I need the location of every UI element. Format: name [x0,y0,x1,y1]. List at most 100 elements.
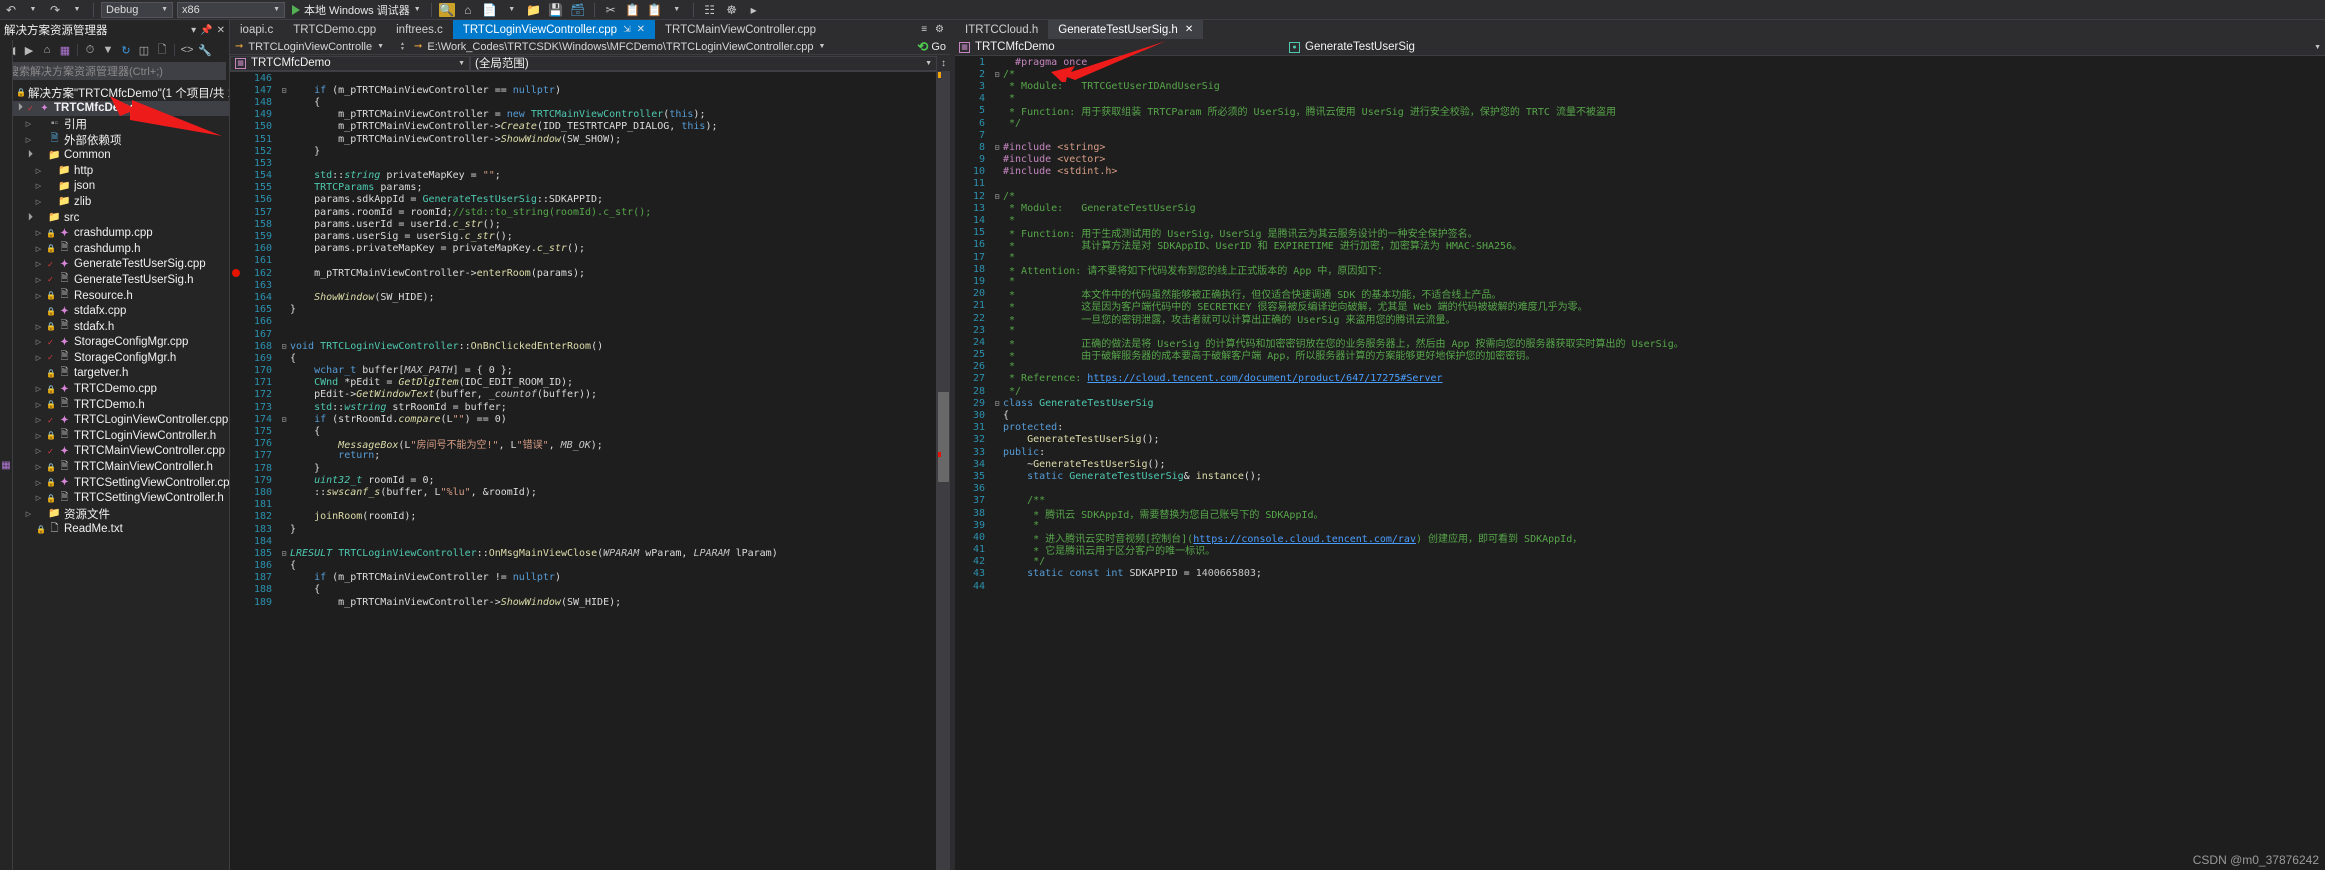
redo-icon[interactable]: ↷ [46,1,64,19]
new-item-icon[interactable]: 📄 [481,1,499,19]
pending-changes-icon[interactable]: ⏱ [82,42,98,58]
tree-item--[interactable]: 🗎 外部依赖项 [0,132,229,148]
fold-toggle-icon[interactable]: ⊟ [991,399,1003,408]
tree-item-trtcloginviewcontroller-h[interactable]: 🔒 🗎 TRTCLoginViewController.h [0,428,229,444]
tree-item-trtcsettingviewcontroller-h[interactable]: 🔒 🗎 TRTCSettingViewController.h [0,490,229,506]
close-tab-icon[interactable]: ✕ [637,24,645,35]
chevron-down-icon[interactable]: ▼ [503,1,521,19]
fold-toggle-icon[interactable]: ⊟ [991,192,1003,201]
undo-icon[interactable]: ↶ [2,1,20,19]
expander-icon[interactable] [24,214,33,222]
expander-icon[interactable] [34,323,43,331]
close-tab-icon[interactable]: ✕ [1185,24,1193,35]
tree-item-stdafx-cpp[interactable]: 🔒 ✦ stdafx.cpp [0,303,229,319]
cut-icon[interactable]: ✂ [602,1,620,19]
tree-item-targetver-h[interactable]: 🔒 🗎 targetver.h [0,366,229,382]
expander-icon[interactable] [34,494,43,502]
tree-item-storageconfigmgr-cpp[interactable]: ✓ ✦ StorageConfigMgr.cpp [0,335,229,351]
editor-tab-trtcdemo-cpp[interactable]: TRTCDemo.cpp [283,20,387,39]
copy-icon[interactable]: 📋 [624,1,642,19]
home-icon[interactable]: ⌂ [459,1,477,19]
scope-member-combo[interactable]: (全局范围) ▼ [470,55,937,71]
refresh-icon[interactable]: ↻ [118,42,134,58]
solution-platform-combo[interactable]: x86 ▼ [177,1,285,18]
tree-item-readme-txt[interactable]: 🔒 🗋 ReadMe.txt [0,522,229,538]
expander-icon[interactable] [34,260,43,268]
expander-icon[interactable] [34,198,43,206]
code-view-icon[interactable]: <> [179,42,195,58]
expander-icon[interactable] [34,182,43,190]
tree-item-trtcsettingviewcontroller-cpp[interactable]: 🔒 ✦ TRTCSettingViewController.cpp [0,475,229,491]
expander-icon[interactable] [14,104,23,112]
scope-project-combo-right[interactable]: ▦ TRTCMfcDemo [955,39,1285,55]
solution-search-input[interactable]: 搜索解决方案资源管理器(Ctrl+;) [3,62,226,80]
paste-icon[interactable]: 📋 [646,1,664,19]
tree-item-trtcmainviewcontroller-cpp[interactable]: ✓ ✦ TRTCMainViewController.cpp [0,444,229,460]
pin-icon[interactable]: 📌 [200,25,212,36]
tree-item-crashdump-h[interactable]: 🔒 🗎 crashdump.h [0,241,229,257]
nav-member-combo[interactable]: ➞ TRTCLoginViewControlle ▼ [230,39,400,54]
tree-row-solution[interactable]: 🔒 ▦ 解决方案"TRTCMfcDemo"(1 个项目/共 1 个) [0,40,229,870]
code-editor-right[interactable]: 1 #pragma once 2 ⊟/* 3 * Module: TRTCGetUse… [955,56,2325,870]
tab-list-icon[interactable]: ≡ [921,24,927,35]
expander-icon[interactable] [24,151,33,159]
toolbar-overflow-icon[interactable]: ▸ [745,1,763,19]
solution-icon[interactable]: ▦ [57,42,73,58]
properties-icon[interactable]: 🔧 [197,42,213,58]
tree-item-trtcdemo-cpp[interactable]: 🔒 ✦ TRTCDemo.cpp [0,381,229,397]
go-button[interactable]: ⟲ Go [917,39,950,55]
expander-icon[interactable] [34,276,43,284]
editor-tab-generatetestusersig-h[interactable]: GenerateTestUserSig.h ✕ [1048,20,1204,39]
editor-tab-trtcmainviewcontroller-cpp[interactable]: TRTCMainViewController.cpp [655,20,827,39]
tree-item-stdafx-h[interactable]: 🔒 🗎 stdafx.h [0,319,229,335]
expander-icon[interactable] [34,432,43,440]
collapse-all-icon[interactable]: ◫ [136,42,152,58]
tree-item-storageconfigmgr-h[interactable]: ✓ 🗎 StorageConfigMgr.h [0,350,229,366]
search-icon[interactable]: 🔍 [438,2,455,17]
fold-toggle-icon[interactable]: ⊟ [278,415,290,424]
tree-item--[interactable]: 📁资源文件 [0,506,229,522]
forward-icon[interactable]: ▶ [21,42,37,58]
nav-spinner[interactable]: ▲ ▼ [400,42,409,52]
tree-item-generatetestusersig-h[interactable]: ✓ 🗎 GenerateTestUserSig.h [0,272,229,288]
gear-icon[interactable]: ⚙ [935,24,944,35]
expander-icon[interactable] [34,292,43,300]
chevron-down-icon[interactable]: ▼ [668,1,686,19]
expander-icon[interactable] [34,167,43,175]
fold-toggle-icon[interactable]: ⊟ [278,86,290,95]
expander-icon[interactable] [34,385,43,393]
expander-icon[interactable] [34,479,43,487]
code-editor-left[interactable]: 146 147 ⊟ if (m_pTRTCMainViewController ==… [230,72,950,870]
scope-member-combo-right[interactable]: ● GenerateTestUserSig ▼ [1285,39,2325,55]
editor-tab-ioapi-c[interactable]: ioapi.c [230,20,284,39]
start-debug-button[interactable]: 本地 Windows 调试器 ▼ [289,2,424,18]
expander-icon[interactable] [24,510,33,518]
tree-item-http[interactable]: 📁http [0,163,229,179]
tree-item-trtcmainviewcontroller-h[interactable]: 🔒 🗎 TRTCMainViewController.h [0,459,229,475]
uncomment-icon[interactable]: ☸ [723,1,741,19]
scope-project-combo[interactable]: ▦ TRTCMfcDemo ▼ [230,55,470,71]
home-icon[interactable]: ⌂ [39,42,55,58]
redo-dropdown-icon[interactable]: ▼ [68,1,86,19]
expander-icon[interactable] [34,416,43,424]
tree-item-common[interactable]: 📁Common [0,147,229,163]
tree-item-zlib[interactable]: 📁zlib [0,194,229,210]
expander-icon[interactable] [34,354,43,362]
breakpoint-icon[interactable] [232,269,240,278]
fold-toggle-icon[interactable]: ⊟ [991,70,1003,79]
save-icon[interactable]: 💾 [547,1,565,19]
scrollbar-thumb[interactable] [938,392,949,482]
expander-icon[interactable] [34,401,43,409]
chevron-down-icon[interactable]: ▾ [191,25,196,36]
expander-icon[interactable] [34,245,43,253]
tree-item-trtcdemo-h[interactable]: 🔒 🗎 TRTCDemo.h [0,397,229,413]
editor-scrollbar-left[interactable] [936,72,950,870]
expander-icon[interactable] [24,136,33,144]
open-file-icon[interactable]: 📁 [525,1,543,19]
expander-icon[interactable] [34,338,43,346]
tree-item-crashdump-cpp[interactable]: 🔒 ✦ crashdump.cpp [0,225,229,241]
split-editor-icon[interactable]: ↕ [937,55,950,71]
tree-item-src[interactable]: 📁src [0,210,229,226]
pin-tab-icon[interactable]: ⇲ [623,24,631,35]
save-all-icon[interactable]: 🗃 [569,1,587,19]
